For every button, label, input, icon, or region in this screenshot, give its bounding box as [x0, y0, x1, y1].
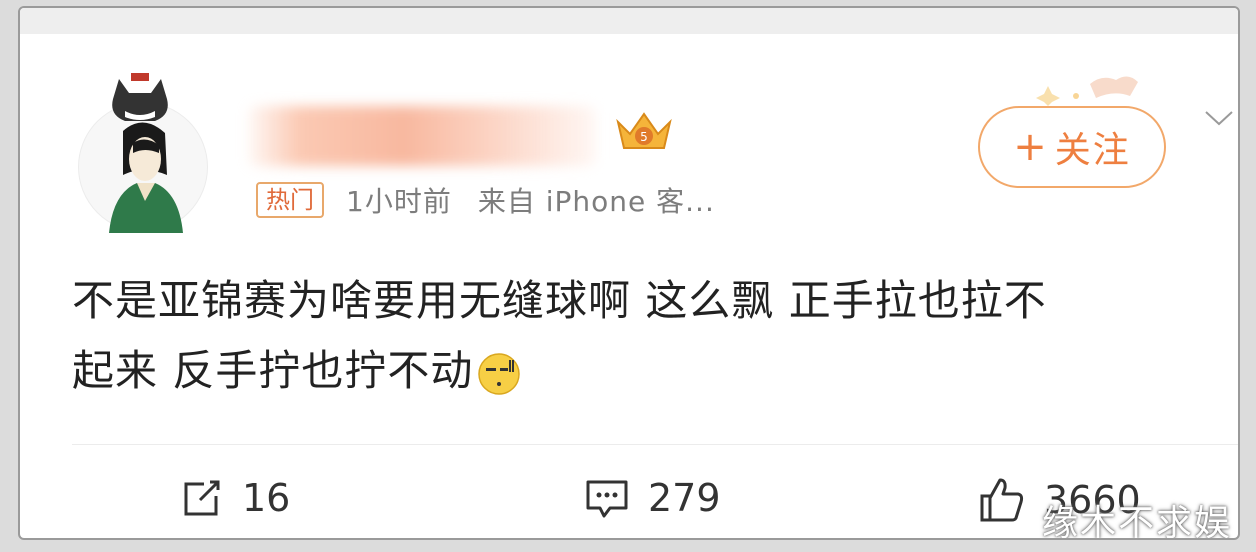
watermark: 缘木不求娱 — [1042, 503, 1233, 540]
post-content-line2: 起来 反手拧也拧不动 — [72, 346, 474, 395]
post-meta: 热门 1小时前 来自 iPhone 客... — [256, 180, 715, 220]
blurred-username[interactable] — [248, 106, 596, 166]
chevron-down-icon[interactable] — [1204, 108, 1234, 128]
follow-label: 关注 — [1054, 130, 1131, 171]
comment-count: 279 — [648, 476, 721, 520]
post-content-line2-wrap: 起来 反手拧也拧不动 — [72, 336, 1238, 406]
sweat-emoji-icon — [478, 352, 521, 395]
post-source[interactable]: 来自 iPhone 客... — [478, 180, 715, 220]
weibo-post-card: 5 热门 1小时前 来自 iPhone 客... + 关注 不是亚锦赛为啥要用无… — [18, 6, 1240, 540]
avatar-image — [109, 73, 183, 233]
repost-action[interactable]: 16 — [180, 476, 290, 520]
follow-button[interactable]: + 关注 — [978, 106, 1166, 188]
share-icon — [184, 480, 220, 516]
svg-text:5: 5 — [640, 130, 648, 144]
post-content-line1: 不是亚锦赛为啥要用无缝球啊 这么飘 正手拉也拉不 — [72, 276, 1047, 325]
post-time: 1小时前 — [346, 185, 452, 218]
comment-icon — [586, 480, 628, 518]
vip-crown-icon: 5 — [616, 112, 672, 149]
repost-count: 16 — [242, 476, 291, 520]
post-content: 不是亚锦赛为啥要用无缝球啊 这么飘 正手拉也拉不 起来 反手拧也拧不动 — [72, 266, 1238, 406]
comment-action[interactable]: 279 — [584, 476, 721, 520]
sparkle-decoration-icon — [1036, 76, 1138, 106]
divider — [72, 444, 1238, 445]
plus-icon: + — [1013, 124, 1049, 170]
top-band — [20, 8, 1238, 34]
like-icon — [980, 478, 1024, 522]
hot-badge: 热门 — [256, 182, 324, 218]
avatar[interactable] — [78, 73, 208, 233]
